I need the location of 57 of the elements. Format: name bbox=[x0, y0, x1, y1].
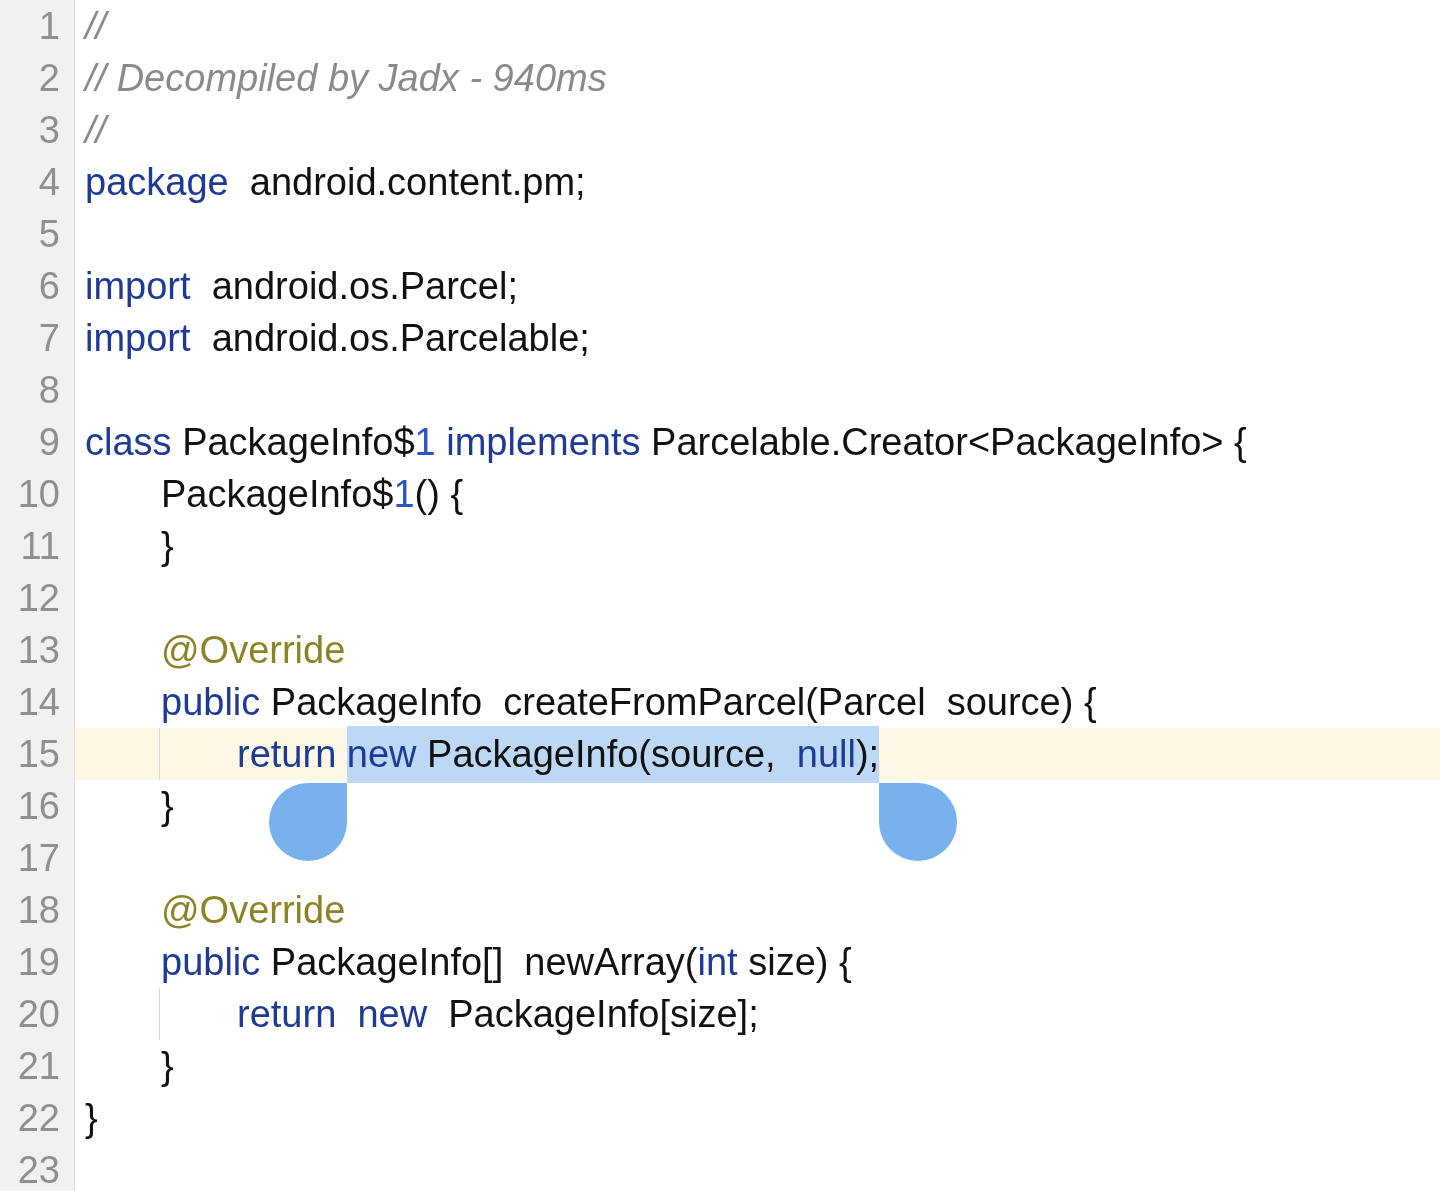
comment: // bbox=[85, 107, 107, 153]
code-text: } bbox=[160, 783, 174, 829]
code-text: } bbox=[160, 523, 174, 569]
code-text: android.content.pm; bbox=[248, 159, 586, 205]
annotation: @Override bbox=[160, 887, 346, 933]
keyword: package bbox=[85, 159, 229, 205]
code-text: () { bbox=[414, 471, 464, 517]
line-number: 22 bbox=[17, 1099, 60, 1137]
line-number: 19 bbox=[17, 943, 60, 981]
line-number: 18 bbox=[17, 891, 60, 929]
line-number: 5 bbox=[38, 215, 60, 253]
code-text: PackageInfo$ bbox=[181, 419, 415, 465]
line-number: 12 bbox=[17, 579, 60, 617]
code-text: PackageInfo(source, bbox=[416, 725, 797, 783]
keyword: import bbox=[85, 315, 191, 361]
number-literal: 1 bbox=[414, 419, 436, 465]
line-number: 11 bbox=[20, 527, 60, 565]
code-text: PackageInfo[size]; bbox=[447, 991, 759, 1037]
keyword: implements bbox=[445, 419, 641, 465]
line-number: 23 bbox=[17, 1151, 60, 1189]
line-number: 14 bbox=[17, 683, 60, 721]
line-number: 4 bbox=[38, 163, 60, 201]
line-number: 13 bbox=[17, 631, 60, 669]
line-number: 1 bbox=[38, 7, 60, 45]
line-number: 15 bbox=[17, 735, 60, 773]
line-number: 3 bbox=[38, 111, 60, 149]
comment: // bbox=[85, 3, 107, 49]
line-number: 2 bbox=[38, 59, 60, 97]
code-text: android.os.Parcelable; bbox=[210, 315, 590, 361]
keyword: public bbox=[160, 939, 261, 985]
keyword: import bbox=[85, 263, 191, 309]
code-text: PackageInfo$ bbox=[160, 471, 394, 517]
comment: // Decompiled by Jadx - 940ms bbox=[85, 55, 607, 101]
code-text: Parcelable.Creator<PackageInfo> { bbox=[650, 419, 1247, 465]
keyword: int bbox=[697, 939, 738, 985]
line-number: 9 bbox=[38, 423, 60, 461]
line-number: 21 bbox=[17, 1047, 60, 1085]
keyword: public bbox=[160, 679, 261, 725]
keyword: null bbox=[796, 725, 856, 783]
keyword: class bbox=[85, 419, 172, 465]
code-text: size) { bbox=[747, 939, 852, 985]
number-literal: 1 bbox=[393, 471, 415, 517]
line-number: 10 bbox=[17, 475, 60, 513]
code-text: PackageInfo[] newArray( bbox=[269, 939, 698, 985]
line-number: 6 bbox=[38, 267, 60, 305]
line-number: 20 bbox=[17, 995, 60, 1033]
line-number: 7 bbox=[38, 319, 60, 357]
line-number: 17 bbox=[17, 839, 60, 877]
keyword: return bbox=[236, 731, 338, 777]
line-number: 8 bbox=[38, 371, 60, 409]
annotation: @Override bbox=[160, 627, 346, 673]
code-text: android.os.Parcel; bbox=[210, 263, 518, 309]
line-number: 16 bbox=[17, 787, 60, 825]
keyword: return new bbox=[236, 991, 428, 1037]
code-text: PackageInfo createFromParcel(Parcel source) { bbox=[269, 679, 1097, 725]
code-text: } bbox=[85, 1095, 98, 1141]
code-text: } bbox=[160, 1043, 174, 1089]
